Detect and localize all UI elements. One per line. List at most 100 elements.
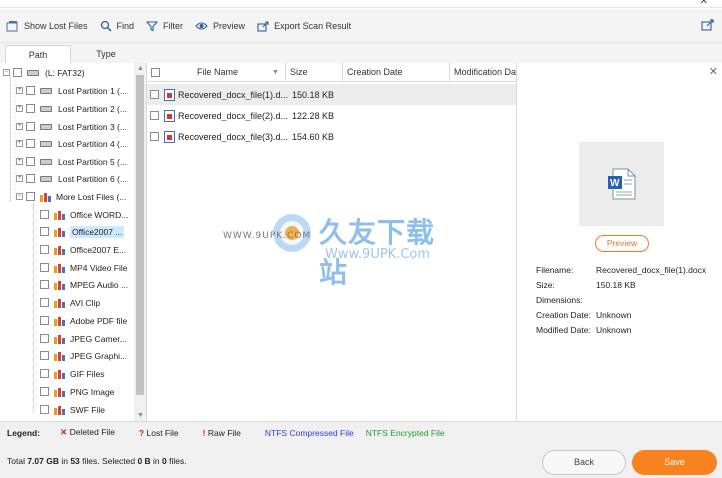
tab-path[interactable]: Path xyxy=(5,45,71,64)
checkbox[interactable] xyxy=(150,111,159,120)
scroll-up-icon[interactable]: ▲ xyxy=(137,65,144,72)
tree-item-lost-partition-4[interactable]: + Lost Partition 4 (... xyxy=(16,135,127,152)
column-file-name[interactable]: File Name ▼ xyxy=(147,63,286,82)
tree-scrollbar[interactable]: ▲ ▼ xyxy=(134,63,146,421)
tree-item-label: SWF File xyxy=(70,404,105,415)
expand-icon[interactable]: + xyxy=(16,175,23,182)
column-file-name-label: File Name xyxy=(197,67,239,77)
window-close-icon[interactable]: ✕ xyxy=(700,0,708,7)
expand-icon[interactable]: + xyxy=(16,140,23,147)
checkbox[interactable] xyxy=(40,387,49,396)
file-type-folder-icon xyxy=(54,405,65,415)
tree-item-more-lost-files[interactable]: − More Lost Files (... xyxy=(16,188,126,205)
tree-item-lost-partition-5[interactable]: + Lost Partition 5 (... xyxy=(16,153,127,170)
file-list: File Name ▼ Size Creation Date Modificat… xyxy=(147,63,517,421)
file-size: 154.60 KB xyxy=(292,131,335,142)
column-size[interactable]: Size xyxy=(286,63,343,82)
preview-button[interactable]: Preview xyxy=(189,14,251,38)
meta-key: Filename: xyxy=(536,265,574,275)
filter-button[interactable]: Filter xyxy=(140,14,189,38)
file-list-header: File Name ▼ Size Creation Date Modificat… xyxy=(147,63,516,82)
tree-item-lost-partition-1[interactable]: + Lost Partition 1 (... xyxy=(16,82,127,99)
collapse-icon[interactable]: − xyxy=(3,69,10,76)
meta-creation-date: Creation Date: Unknown xyxy=(536,310,631,324)
checkbox[interactable] xyxy=(26,86,35,95)
folder-tree: − (L: FAT32) + Lost Partition 1 (... + L… xyxy=(0,63,147,421)
tree-item-pdf[interactable]: Adobe PDF file xyxy=(40,312,127,329)
checkbox[interactable] xyxy=(26,122,35,131)
table-row[interactable]: Recovered_docx_file(3).d... 154.60 KB xyxy=(147,126,516,147)
tree-item-label: Office2007 ... xyxy=(70,225,125,238)
checkbox[interactable] xyxy=(40,369,49,378)
tree-root[interactable]: − (L: FAT32) xyxy=(3,64,85,81)
tree-item-gif[interactable]: GIF Files xyxy=(40,365,104,382)
show-lost-files-button[interactable]: Show Lost Files xyxy=(0,14,94,38)
tree-item-label: MP4 Video File xyxy=(70,262,128,273)
expand-icon[interactable]: + xyxy=(16,87,23,94)
tree-item-swf[interactable]: SWF File xyxy=(40,401,105,418)
save-button[interactable]: Save xyxy=(632,450,717,475)
meta-value: Recovered_docx_file(1).docx xyxy=(596,265,707,275)
tree-line xyxy=(33,204,34,412)
checkbox[interactable] xyxy=(13,68,22,77)
export-right-button[interactable] xyxy=(701,18,714,33)
file-type-folder-icon xyxy=(54,351,65,361)
checkbox[interactable] xyxy=(40,298,49,307)
checkbox[interactable] xyxy=(26,157,35,166)
select-all-checkbox[interactable] xyxy=(151,68,160,78)
column-modification-date[interactable]: Modification Da xyxy=(450,63,516,82)
tree-item-mpeg-audio[interactable]: MPEG Audio ... xyxy=(40,276,128,293)
checkbox[interactable] xyxy=(150,90,159,99)
table-row[interactable]: Recovered_docx_file(1).d... 150.18 KB xyxy=(147,84,516,105)
scrollbar-thumb[interactable] xyxy=(136,75,144,395)
expand-icon[interactable]: + xyxy=(16,105,23,112)
file-thumbnail: W xyxy=(579,142,664,226)
file-type-folder-icon xyxy=(54,298,65,308)
tree-item-jpeg-camera[interactable]: JPEG Camer... xyxy=(40,330,127,347)
find-label: Find xyxy=(116,20,135,31)
checkbox[interactable] xyxy=(40,263,49,272)
checkbox[interactable] xyxy=(26,192,35,201)
checkbox[interactable] xyxy=(40,227,49,236)
view-tabs: Path Type xyxy=(0,43,722,64)
checkbox[interactable] xyxy=(40,245,49,254)
checkbox[interactable] xyxy=(150,132,159,141)
scroll-down-icon[interactable]: ▼ xyxy=(137,412,144,419)
tree-item-png[interactable]: PNG Image xyxy=(40,383,114,400)
tree-item-lost-partition-2[interactable]: + Lost Partition 2 (... xyxy=(16,100,127,117)
column-creation-date[interactable]: Creation Date xyxy=(343,63,450,82)
expand-icon[interactable]: + xyxy=(16,158,23,165)
tree-item-lost-partition-3[interactable]: + Lost Partition 3 (... xyxy=(16,118,127,135)
find-button[interactable]: Find xyxy=(94,14,141,38)
checkbox[interactable] xyxy=(40,334,49,343)
checkbox[interactable] xyxy=(40,280,49,289)
back-button[interactable]: Back xyxy=(542,450,626,475)
tree-item-jpeg-graphic[interactable]: JPEG Graphi... xyxy=(40,347,127,364)
tree-item-lost-partition-6[interactable]: + Lost Partition 6 (... xyxy=(16,170,127,187)
lost-marker-icon: ? xyxy=(138,427,145,438)
checkbox[interactable] xyxy=(40,316,49,325)
preview-file-button[interactable]: Preview xyxy=(595,235,649,252)
status-summary: Total 7.07 GB in 53 files. Selected 0 B … xyxy=(7,456,187,466)
collapse-icon[interactable]: − xyxy=(16,193,23,200)
checkbox[interactable] xyxy=(40,210,49,219)
checkbox[interactable] xyxy=(26,104,35,113)
expand-icon[interactable]: + xyxy=(16,123,23,130)
status-text-part: in xyxy=(150,456,163,466)
sort-arrow-icon[interactable]: ▼ xyxy=(272,63,279,82)
close-icon[interactable]: ✕ xyxy=(709,65,718,78)
tree-item-avi[interactable]: AVI Clip xyxy=(40,294,100,311)
tree-item-office-word[interactable]: Office WORD... xyxy=(40,206,128,223)
checkbox[interactable] xyxy=(40,405,49,414)
export-scan-result-button[interactable]: Export Scan Result xyxy=(251,14,357,38)
tree-item-office2007-excel[interactable]: Office2007 E... xyxy=(40,241,126,258)
tree-item-mp4[interactable]: MP4 Video File xyxy=(40,259,127,276)
tab-type[interactable]: Type xyxy=(73,45,139,64)
drive-icon xyxy=(40,105,52,112)
tree-item-office2007-docx[interactable]: Office2007 ... xyxy=(40,223,125,240)
file-name: Recovered_docx_file(1).d... xyxy=(178,89,289,100)
checkbox[interactable] xyxy=(40,351,49,360)
checkbox[interactable] xyxy=(26,174,35,183)
checkbox[interactable] xyxy=(26,139,35,148)
table-row[interactable]: Recovered_docx_file(2).d... 122.28 KB xyxy=(147,105,516,126)
